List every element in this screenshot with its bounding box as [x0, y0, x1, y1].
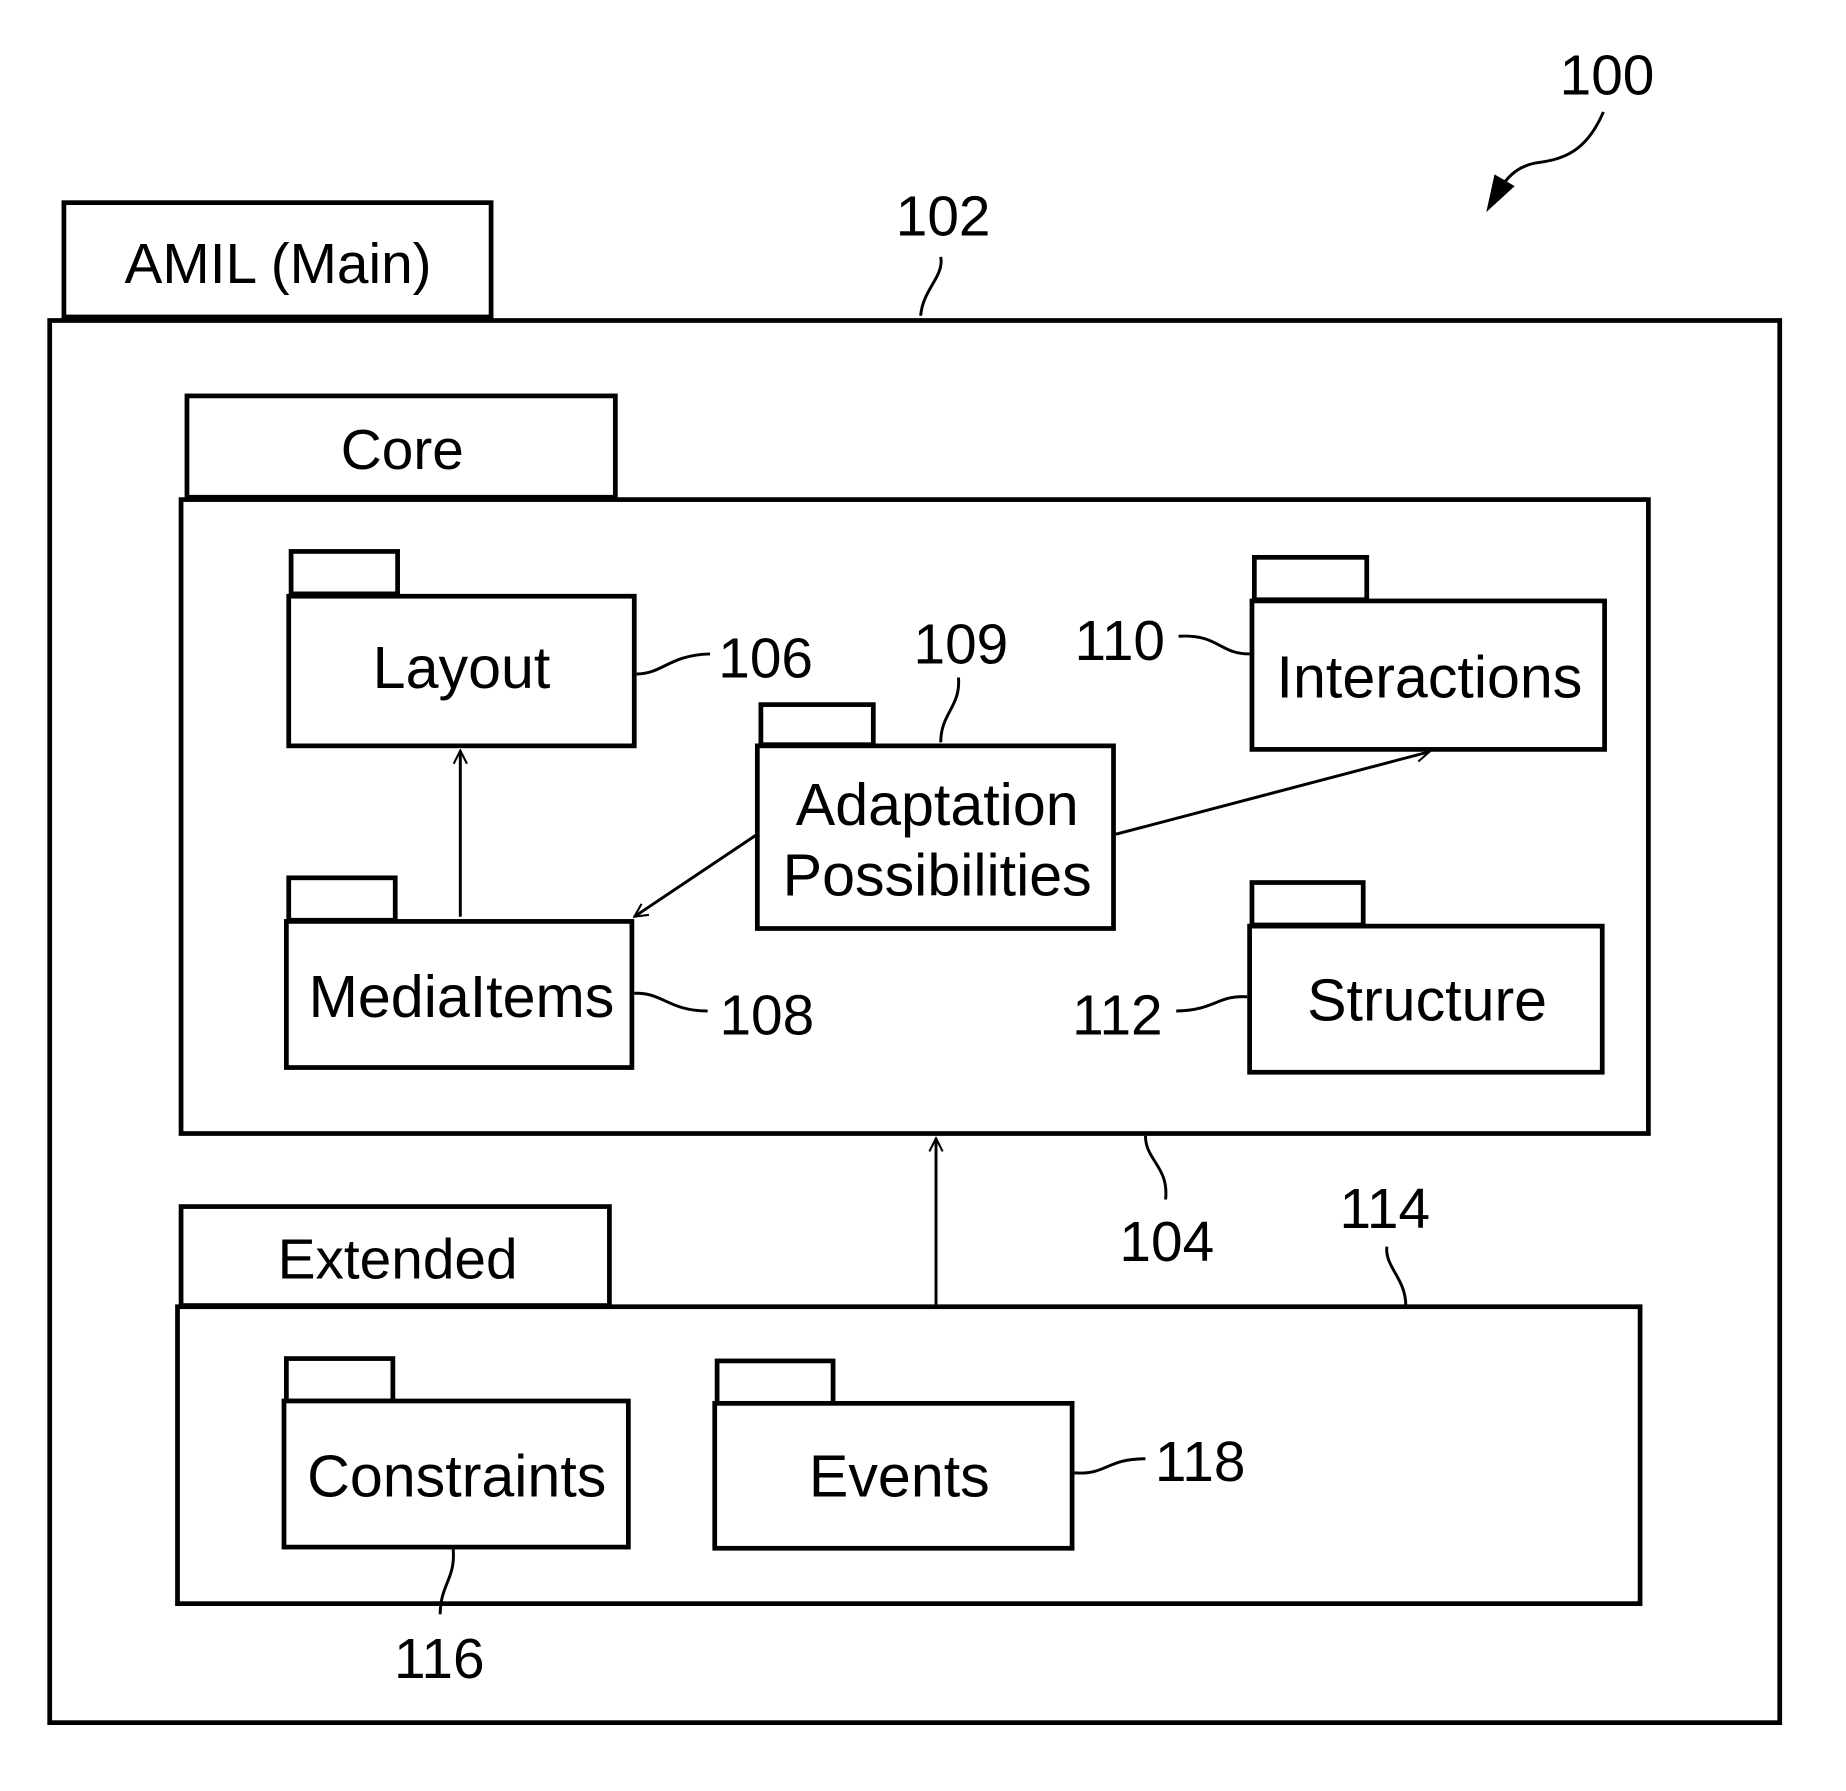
- diagram-canvas: 100 AMIL (Main) 102 Core 104 Layout 106 …: [47, 44, 1783, 1726]
- package-title: Core: [341, 419, 464, 482]
- ref-109: 109: [914, 613, 1009, 676]
- ref-102-leader: [919, 256, 943, 316]
- module-label: Structure: [1307, 968, 1547, 1034]
- module-tab: [1249, 880, 1366, 928]
- module-tab: [284, 1356, 396, 1404]
- ref-116: 116: [394, 1628, 485, 1691]
- module-tab: [286, 875, 398, 923]
- module-label: MediaItems: [309, 964, 615, 1030]
- ref-112: 112: [1072, 985, 1163, 1048]
- ref-108: 108: [719, 985, 814, 1048]
- ref-114: 114: [1340, 1178, 1431, 1241]
- ref-110: 110: [1074, 610, 1165, 673]
- ref-106: 106: [718, 628, 813, 691]
- module-label: Layout: [373, 635, 551, 701]
- ref-118: 118: [1155, 1431, 1246, 1494]
- module-tab: [714, 1358, 836, 1406]
- module-label: Constraints: [307, 1444, 606, 1510]
- figure-ref-100: 100: [1486, 44, 1655, 213]
- figure-ref-leader: [1499, 111, 1605, 190]
- module-tab: [1251, 554, 1370, 603]
- figure-ref-arrowhead-icon: [1486, 174, 1515, 213]
- package-title: AMIL (Main): [125, 233, 432, 296]
- package-title: Extended: [278, 1229, 518, 1292]
- module-tab: [758, 702, 876, 748]
- module-label: Events: [809, 1444, 990, 1510]
- ref-104: 104: [1119, 1211, 1214, 1274]
- module-label-line1: Adaptation: [796, 772, 1079, 838]
- module-label-line2: Possibilities: [783, 843, 1092, 909]
- module-tab: [288, 549, 400, 597]
- figure-ref-label: 100: [1560, 44, 1655, 107]
- module-label: Interactions: [1277, 645, 1583, 711]
- ref-102: 102: [896, 186, 991, 249]
